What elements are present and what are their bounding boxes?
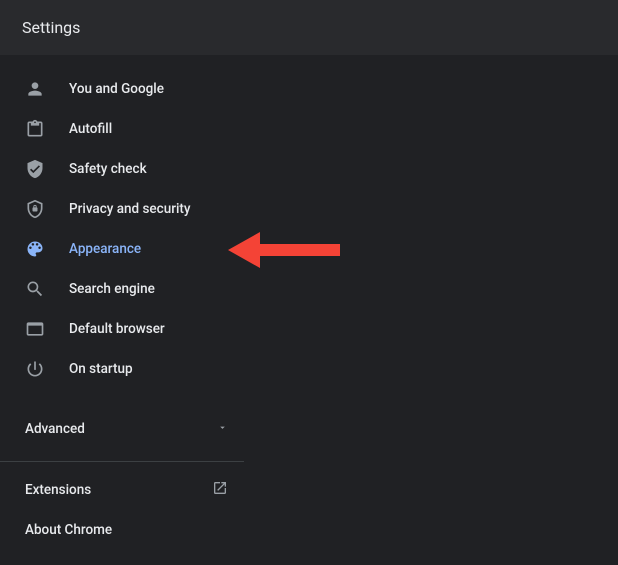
sidebar-item-appearance[interactable]: Appearance bbox=[0, 229, 244, 269]
external-link-icon bbox=[212, 480, 228, 500]
nav-label: Default browser bbox=[69, 321, 165, 337]
browser-icon bbox=[25, 319, 45, 339]
palette-icon bbox=[25, 239, 45, 259]
sidebar-item-privacy-and-security[interactable]: Privacy and security bbox=[0, 189, 244, 229]
shield-icon bbox=[25, 199, 45, 219]
nav-list: You and Google Autofill Safety check Pri… bbox=[0, 69, 244, 389]
power-icon bbox=[25, 359, 45, 379]
search-icon bbox=[25, 279, 45, 299]
nav-label: Search engine bbox=[69, 281, 155, 297]
shield-check-icon bbox=[25, 159, 45, 179]
divider bbox=[0, 461, 244, 462]
settings-header: Settings bbox=[0, 0, 618, 55]
sidebar-item-safety-check[interactable]: Safety check bbox=[0, 149, 244, 189]
nav-label: You and Google bbox=[69, 81, 164, 97]
sidebar-item-autofill[interactable]: Autofill bbox=[0, 109, 244, 149]
nav-label: On startup bbox=[69, 361, 133, 377]
about-label: About Chrome bbox=[25, 522, 112, 538]
chevron-down-icon bbox=[217, 421, 228, 437]
nav-label: Safety check bbox=[69, 161, 147, 177]
person-icon bbox=[25, 79, 45, 99]
nav-label: Appearance bbox=[69, 241, 141, 257]
sidebar-item-you-and-google[interactable]: You and Google bbox=[0, 69, 244, 109]
clipboard-icon bbox=[25, 119, 45, 139]
extensions-label: Extensions bbox=[25, 482, 91, 498]
sidebar-item-extensions[interactable]: Extensions bbox=[0, 470, 244, 510]
advanced-label: Advanced bbox=[25, 421, 85, 437]
sidebar-item-default-browser[interactable]: Default browser bbox=[0, 309, 244, 349]
nav-label: Privacy and security bbox=[69, 201, 191, 217]
sidebar-item-on-startup[interactable]: On startup bbox=[0, 349, 244, 389]
settings-sidebar: You and Google Autofill Safety check Pri… bbox=[0, 69, 244, 550]
sidebar-item-advanced[interactable]: Advanced bbox=[0, 409, 244, 449]
nav-label: Autofill bbox=[69, 121, 112, 137]
settings-content: You and Google Autofill Safety check Pri… bbox=[0, 55, 618, 550]
page-title: Settings bbox=[22, 18, 80, 37]
sidebar-item-search-engine[interactable]: Search engine bbox=[0, 269, 244, 309]
sidebar-item-about-chrome[interactable]: About Chrome bbox=[0, 510, 244, 550]
